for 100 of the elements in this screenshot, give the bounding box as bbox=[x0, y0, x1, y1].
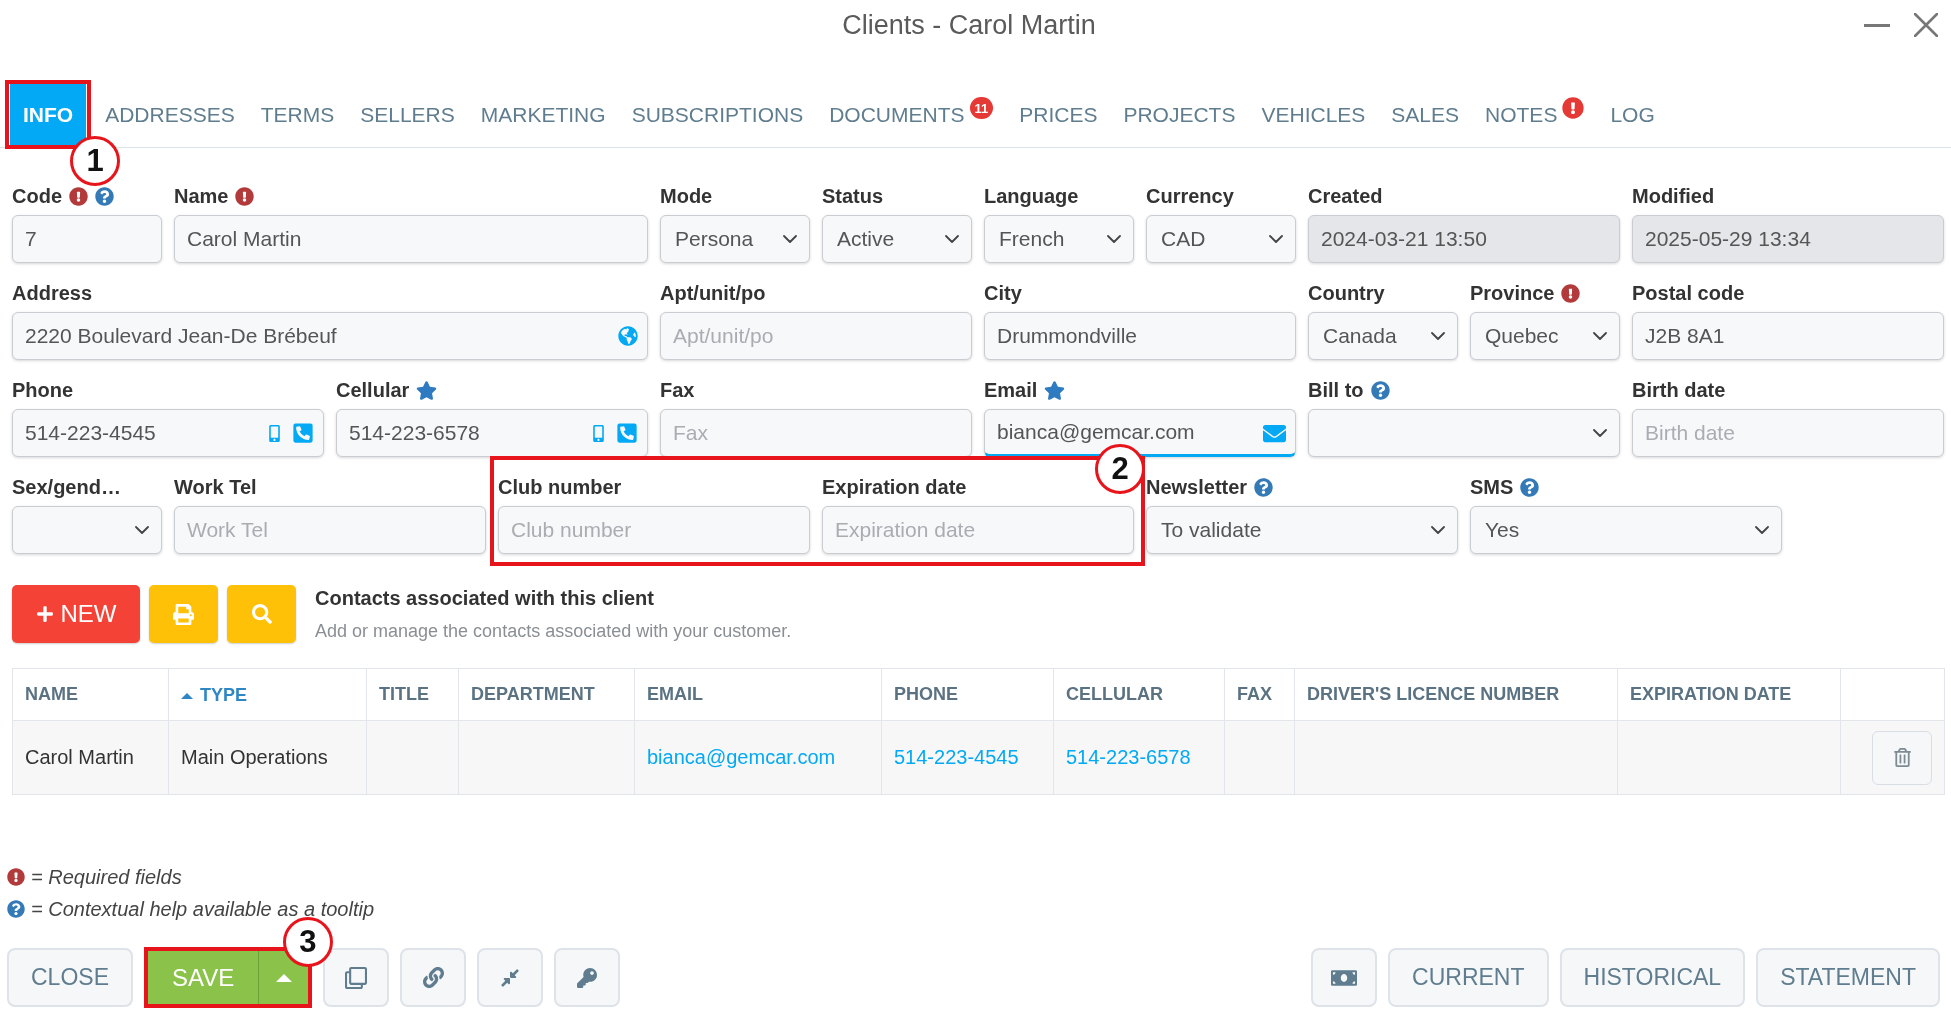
field-label: Apt/unit/po bbox=[660, 281, 766, 305]
tab[interactable]: SALES bbox=[1378, 95, 1473, 135]
copy-icon bbox=[345, 966, 368, 989]
input-field[interactable]: Expiration date bbox=[822, 506, 1134, 554]
phone-icon[interactable] bbox=[292, 422, 314, 444]
tab[interactable]: VEHICLES bbox=[1248, 95, 1379, 135]
column-header[interactable]: FAX bbox=[1224, 668, 1295, 721]
dropdown[interactable]: To validate bbox=[1146, 506, 1458, 554]
field-label: Sex/gend… bbox=[12, 475, 121, 499]
notification-count: 11 bbox=[969, 97, 994, 119]
compress-button[interactable] bbox=[477, 948, 544, 1007]
copy-button[interactable] bbox=[323, 948, 390, 1007]
report-button[interactable]: HISTORICAL bbox=[1559, 948, 1746, 1007]
chevron-down-icon bbox=[1431, 526, 1445, 534]
column-header[interactable]: TITLE bbox=[366, 668, 459, 721]
chevron-down-icon bbox=[1593, 429, 1607, 437]
input-field[interactable]: Birth date bbox=[1632, 409, 1944, 457]
new-button[interactable]: NEW bbox=[12, 585, 140, 643]
help-icon[interactable] bbox=[1254, 477, 1274, 497]
dropdown[interactable]: Canada bbox=[1308, 312, 1458, 360]
search-button[interactable] bbox=[227, 585, 296, 643]
dropdown[interactable]: Active bbox=[822, 215, 972, 263]
column-header[interactable]: EMAIL bbox=[634, 668, 882, 721]
close-button[interactable]: CLOSE bbox=[7, 948, 133, 1007]
tab[interactable]: NOTES bbox=[1472, 95, 1598, 135]
input-field[interactable]: J2B 8A1 bbox=[1632, 312, 1944, 360]
section-title: Contacts associated with this client bbox=[315, 586, 655, 610]
field-label: Email bbox=[984, 378, 1038, 402]
section-subtitle: Add or manage the contacts associated with your customer. bbox=[315, 620, 792, 642]
tab[interactable]: LOG bbox=[1597, 95, 1668, 135]
printer-icon bbox=[173, 603, 194, 625]
dropdown[interactable]: Persona bbox=[660, 215, 810, 263]
input-field[interactable]: Carol Martin bbox=[174, 215, 648, 263]
field-label: Code bbox=[12, 184, 62, 208]
chevron-down-icon bbox=[135, 526, 149, 534]
input-field[interactable]: Work Tel bbox=[174, 506, 486, 554]
tab[interactable]: MARKETING bbox=[467, 95, 619, 135]
print-button[interactable] bbox=[149, 585, 218, 643]
input-field[interactable]: Drummondville bbox=[984, 312, 1296, 360]
input-field[interactable]: Fax bbox=[660, 409, 972, 457]
field-label: Expiration date bbox=[822, 475, 967, 499]
input-field[interactable]: 2220 Boulevard Jean-De Brébeuf bbox=[12, 312, 648, 360]
key-icon bbox=[577, 967, 598, 988]
input-field[interactable]: 514-223-6578 bbox=[336, 409, 648, 457]
column-header[interactable]: PHONE bbox=[881, 668, 1054, 721]
legend-text: = Required fields bbox=[31, 865, 182, 889]
help-icon[interactable] bbox=[1520, 477, 1540, 497]
field-label: Postal code bbox=[1632, 281, 1745, 305]
column-header[interactable]: NAME bbox=[12, 668, 169, 721]
input-field[interactable]: bianca@gemcar.com bbox=[984, 409, 1296, 457]
tab[interactable]: PRICES bbox=[1006, 95, 1111, 135]
link-button[interactable] bbox=[400, 948, 467, 1007]
input-field[interactable]: 7 bbox=[12, 215, 162, 263]
help-icon[interactable] bbox=[1370, 380, 1390, 400]
report-button[interactable]: CURRENT bbox=[1388, 948, 1549, 1007]
field-label: Language bbox=[984, 184, 1079, 208]
column-header[interactable]: TYPE bbox=[168, 668, 367, 721]
plus-icon bbox=[35, 605, 54, 623]
mobile-phone-icon[interactable] bbox=[590, 424, 607, 442]
tab[interactable]: DOCUMENTS 11 bbox=[816, 95, 1007, 135]
money-button[interactable] bbox=[1311, 948, 1378, 1007]
column-header[interactable]: DEPARTMENT bbox=[458, 668, 635, 721]
field-label: Fax bbox=[660, 378, 695, 402]
chevron-down-icon bbox=[1593, 332, 1607, 340]
field-label: SMS bbox=[1470, 475, 1514, 499]
phone-icon[interactable] bbox=[616, 422, 638, 444]
field-label: Club number bbox=[498, 475, 622, 499]
tab[interactable]: SELLERS bbox=[347, 95, 468, 135]
tab[interactable]: ADDRESSES bbox=[92, 95, 248, 135]
chevron-down-icon bbox=[1269, 235, 1283, 243]
mobile-phone-icon[interactable] bbox=[266, 424, 283, 442]
compress-icon bbox=[500, 967, 521, 988]
field-label: Phone bbox=[12, 378, 74, 402]
column-header[interactable]: EXPIRATION DATE bbox=[1617, 668, 1841, 721]
input-field[interactable]: Apt/unit/po bbox=[660, 312, 972, 360]
input-field[interactable]: Club number bbox=[498, 506, 810, 554]
input-field[interactable]: 514-223-4545 bbox=[12, 409, 324, 457]
key-button[interactable] bbox=[554, 948, 621, 1007]
tab[interactable]: INFO bbox=[10, 84, 87, 145]
dropdown[interactable]: CAD bbox=[1146, 215, 1296, 263]
report-button[interactable]: STATEMENT bbox=[1756, 948, 1940, 1007]
tab[interactable]: SUBSCRIPTIONS bbox=[618, 95, 817, 135]
help-icon[interactable] bbox=[95, 186, 114, 206]
field-label: Address bbox=[12, 281, 93, 305]
caret-up-icon bbox=[275, 973, 292, 982]
window-title: Clients - Carol Martin bbox=[842, 9, 1096, 42]
dropdown[interactable]: Quebec bbox=[1470, 312, 1620, 360]
column-header[interactable]: DRIVER'S LICENCE NUMBER bbox=[1294, 668, 1618, 721]
dropdown[interactable]: Yes bbox=[1470, 506, 1782, 554]
chevron-down-icon bbox=[783, 235, 797, 243]
field-label: Mode bbox=[660, 184, 713, 208]
chevron-down-icon bbox=[1107, 235, 1121, 243]
globe-icon[interactable] bbox=[618, 326, 638, 346]
tab[interactable]: PROJECTS bbox=[1110, 95, 1249, 135]
delete-button[interactable] bbox=[1872, 730, 1932, 785]
tab[interactable]: TERMS bbox=[247, 95, 348, 135]
column-header[interactable]: CELLULAR bbox=[1053, 668, 1225, 721]
close-icon[interactable] bbox=[1914, 13, 1938, 37]
dropdown[interactable]: French bbox=[984, 215, 1134, 263]
minimize-icon[interactable] bbox=[1864, 23, 1890, 27]
